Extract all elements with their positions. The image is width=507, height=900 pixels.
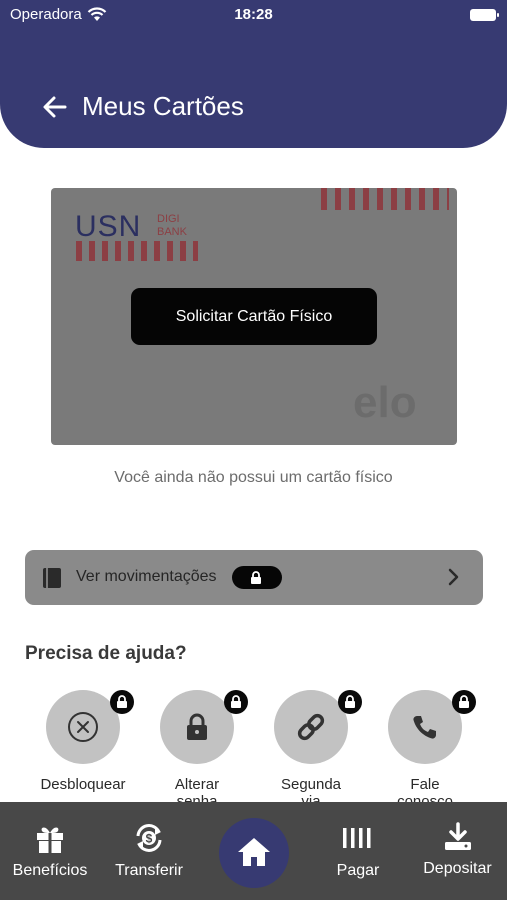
help-contact-us-circle bbox=[388, 690, 462, 764]
help-second-copy-circle bbox=[274, 690, 348, 764]
lock-icon bbox=[251, 571, 261, 584]
nav-pay-label: Pagar bbox=[336, 862, 380, 879]
header-bar: Operadora 18:28 Meus Cartões bbox=[0, 0, 507, 148]
svg-text:$: $ bbox=[146, 832, 153, 846]
nav-benefits-label: Benefícios bbox=[12, 862, 88, 879]
lock-icon bbox=[459, 695, 469, 708]
download-icon bbox=[445, 822, 471, 850]
nav-transfer-label: Transferir bbox=[115, 862, 183, 879]
gift-icon bbox=[37, 827, 63, 853]
lock-icon bbox=[231, 695, 241, 708]
help-contact-us[interactable]: Faleconosco bbox=[368, 690, 478, 810]
request-physical-card-button[interactable]: Solicitar Cartão Físico bbox=[131, 288, 377, 345]
svg-text:BANK: BANK bbox=[157, 226, 188, 238]
elo-logo: elo bbox=[353, 381, 417, 425]
nav-benefits[interactable]: Benefícios bbox=[0, 802, 100, 900]
card-stripes-top bbox=[321, 188, 449, 210]
home-icon bbox=[238, 838, 270, 866]
view-movements-button[interactable]: Ver movimentações bbox=[25, 550, 483, 605]
svg-text:elo: elo bbox=[353, 381, 417, 425]
usn-digibank-logo: USN DIGI BANK bbox=[75, 210, 188, 242]
transfer-icon: $ bbox=[136, 824, 162, 852]
lock-badge bbox=[224, 690, 248, 714]
nav-deposit-label: Depositar bbox=[423, 860, 492, 877]
no-card-message: Você ainda não possui um cartão físico bbox=[114, 469, 393, 486]
help-change-password-circle bbox=[160, 690, 234, 764]
back-arrow-icon[interactable] bbox=[40, 92, 70, 122]
close-circle-icon bbox=[68, 712, 98, 742]
chevron-right-icon bbox=[448, 568, 459, 586]
help-unlock-circle bbox=[46, 690, 120, 764]
card-preview: USN DIGI BANK elo Solicitar Cartão Físic… bbox=[51, 188, 457, 445]
book-icon bbox=[43, 568, 61, 588]
lock-icon bbox=[187, 713, 207, 740]
lock-badge bbox=[452, 690, 476, 714]
svg-text:USN: USN bbox=[75, 210, 141, 242]
help-section-title: Precisa de ajuda? bbox=[25, 643, 187, 664]
phone-icon bbox=[413, 716, 436, 739]
status-time: 18:28 bbox=[234, 6, 273, 23]
card-stripes-logo bbox=[76, 241, 198, 261]
view-movements-label: Ver movimentações bbox=[76, 568, 217, 585]
svg-text:DIGI: DIGI bbox=[157, 213, 180, 225]
locked-badge bbox=[232, 566, 282, 589]
barcode-icon bbox=[343, 828, 371, 848]
nav-pay[interactable]: Pagar bbox=[308, 802, 408, 900]
battery-icon bbox=[470, 9, 499, 21]
lock-badge bbox=[110, 690, 134, 714]
help-unlock-label: Desbloquear bbox=[40, 776, 126, 793]
page-title: Meus Cartões bbox=[82, 91, 244, 121]
lock-icon bbox=[117, 695, 127, 708]
help-unlock[interactable]: Desbloquear bbox=[26, 690, 136, 802]
lock-badge bbox=[338, 690, 362, 714]
help-change-password[interactable]: Alterarsenha bbox=[140, 690, 250, 810]
help-second-copy[interactable]: Segundavia bbox=[254, 690, 364, 810]
nav-home-button[interactable] bbox=[219, 818, 289, 888]
link-icon bbox=[297, 713, 325, 741]
nav-deposit[interactable]: Depositar bbox=[408, 802, 507, 900]
lock-icon bbox=[345, 695, 355, 708]
status-bar: Operadora 18:28 bbox=[0, 4, 507, 26]
nav-transfer[interactable]: $ Transferir bbox=[100, 802, 198, 900]
